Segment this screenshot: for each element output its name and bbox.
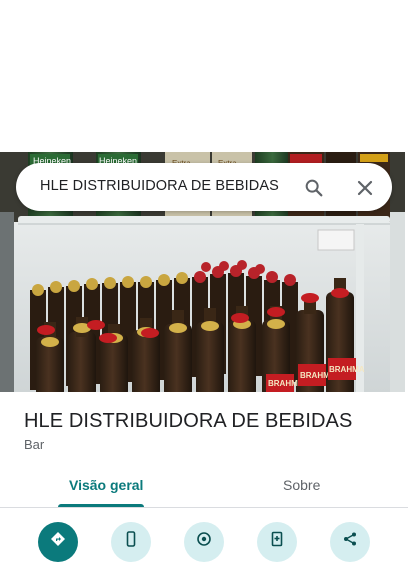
nearby-icon [197, 532, 211, 546]
place-title: HLE DISTRIBUIDORA DE BEBIDAS [24, 410, 353, 432]
phone-icon [126, 531, 136, 547]
shelf-label: BRAHMA [329, 365, 365, 374]
tab-about[interactable]: Sobre [283, 477, 320, 493]
search-icon[interactable] [303, 177, 325, 199]
save-icon [271, 531, 283, 547]
search-input[interactable]: HLE DISTRIBUIDORA DE BEBIDAS [40, 178, 279, 194]
map-blank-area [0, 0, 408, 152]
place-category: Bar [24, 437, 45, 452]
close-icon[interactable] [355, 178, 375, 198]
share-icon [344, 532, 356, 546]
tabs-divider [0, 507, 408, 508]
search-bar[interactable]: HLE DISTRIBUIDORA DE BEBIDAS [16, 163, 392, 211]
tab-overview[interactable]: Visão geral [69, 477, 143, 493]
call-button[interactable] [111, 522, 151, 562]
save-button[interactable] [257, 522, 297, 562]
directions-button[interactable] [38, 522, 78, 562]
share-button[interactable] [330, 522, 370, 562]
directions-icon [51, 532, 65, 546]
nearby-button[interactable] [184, 522, 224, 562]
